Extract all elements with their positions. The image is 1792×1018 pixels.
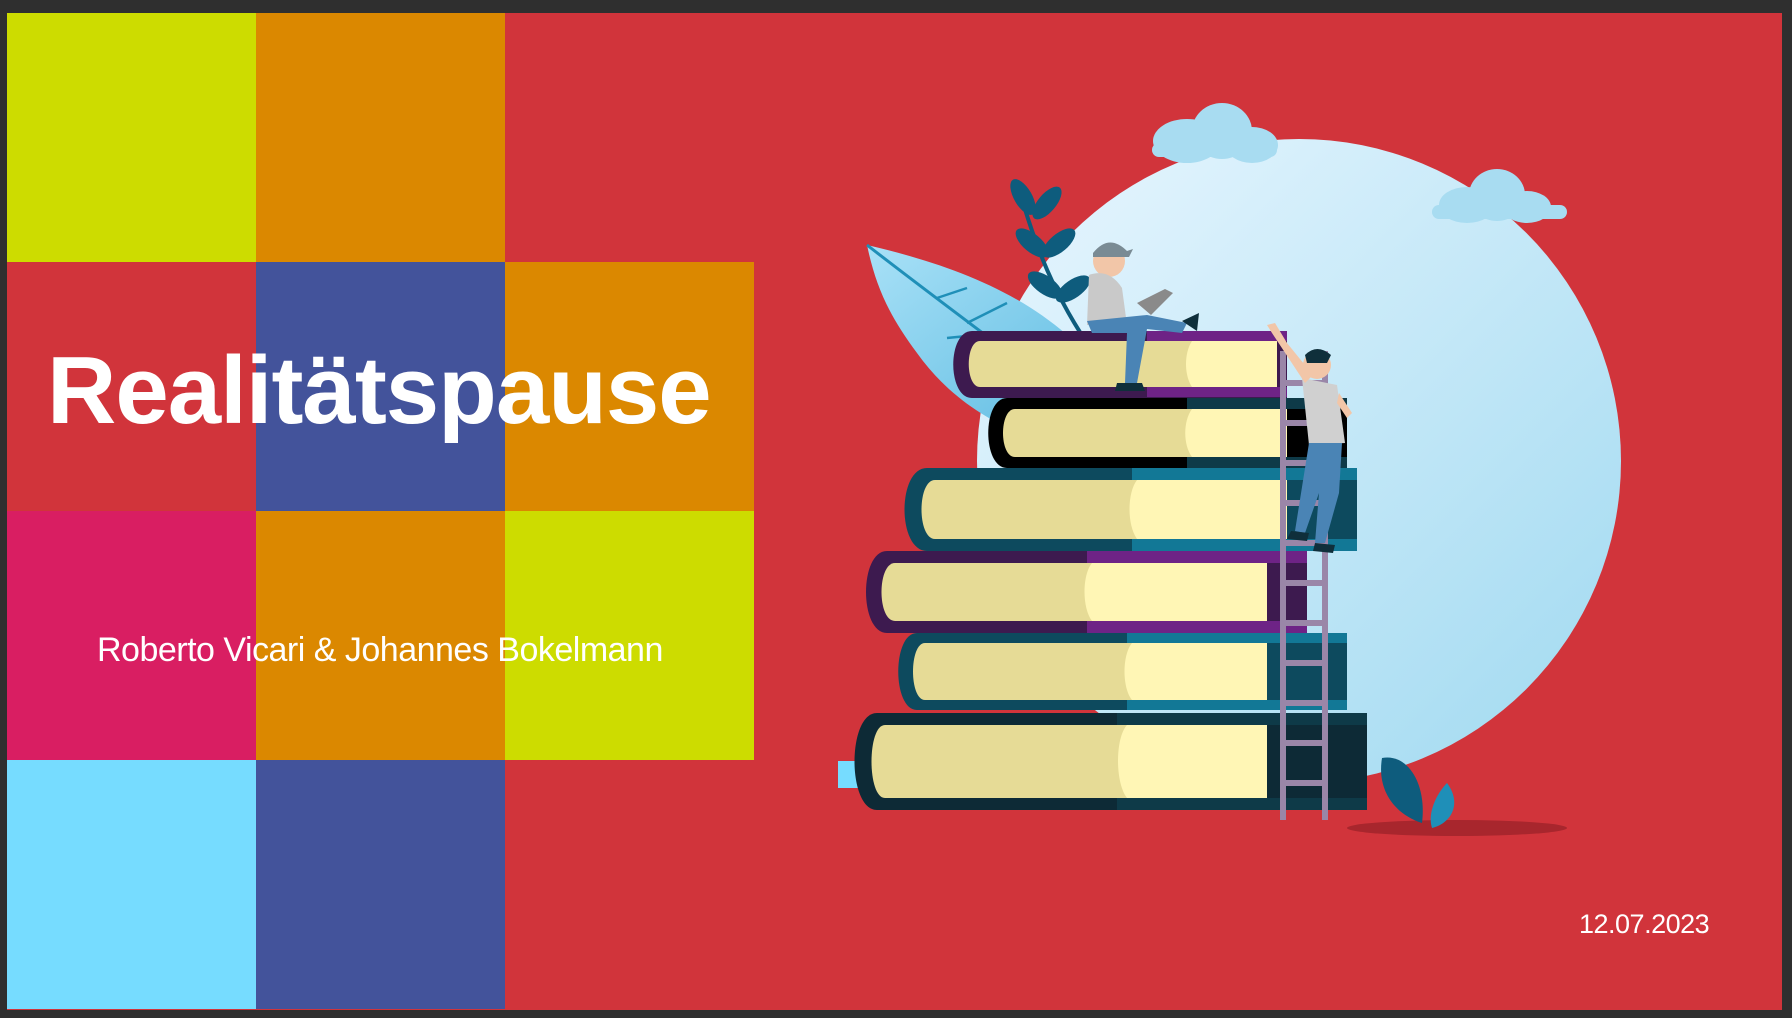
tile-cyan bbox=[7, 760, 256, 1009]
tile-orange bbox=[256, 13, 505, 262]
presentation-slide: Realitätspause Roberto Vicari & Johannes… bbox=[7, 13, 1782, 1010]
slide-authors[interactable]: Roberto Vicari & Johannes Bokelmann bbox=[97, 630, 697, 670]
cloud-icon bbox=[1432, 169, 1567, 223]
tile-blue bbox=[256, 760, 505, 1009]
tile-lime bbox=[7, 13, 256, 262]
book-stack-icon bbox=[854, 331, 1367, 810]
slide-title[interactable]: Realitätspause bbox=[47, 331, 747, 451]
slide-date[interactable]: 12.07.2023 bbox=[1579, 908, 1759, 940]
books-illustration bbox=[854, 103, 1621, 836]
plant-icon bbox=[1381, 757, 1455, 828]
cloud-icon bbox=[1152, 103, 1278, 163]
ground-shadow bbox=[1347, 820, 1567, 836]
